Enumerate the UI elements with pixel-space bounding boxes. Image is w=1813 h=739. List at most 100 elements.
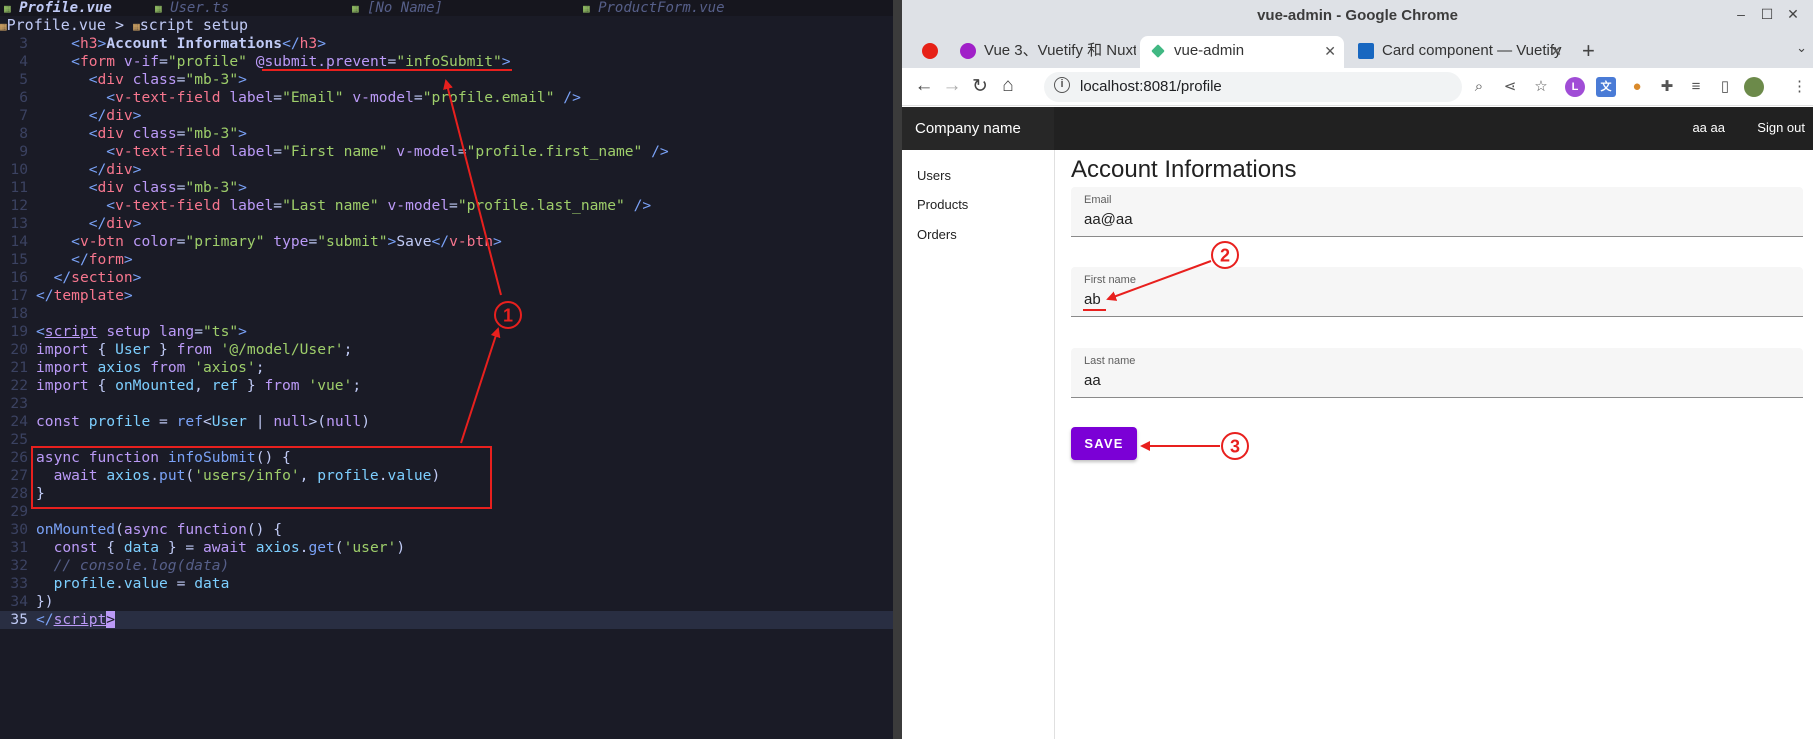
youtube-tab-icon[interactable]: [916, 36, 944, 68]
browser-tab-vue-admin[interactable]: vue-admin ✕: [1140, 36, 1344, 68]
editor-tab-productform[interactable]: ▦ ProductForm.vue: [583, 0, 725, 16]
field-value[interactable]: ab: [1084, 291, 1101, 308]
code-line: 27 await axios.put('users/info', profile…: [10, 467, 441, 484]
side-panel-icon[interactable]: ▯: [1715, 77, 1735, 97]
code-line: 23: [10, 395, 28, 412]
chrome-window: vue-admin - Google Chrome – ☐ ✕ Vue 3、Vu…: [902, 0, 1813, 739]
code-line: 18: [10, 305, 28, 322]
close-window-icon[interactable]: ✕: [1783, 6, 1803, 23]
editor-tab-profile[interactable]: ▦ Profile.vue: [4, 0, 112, 16]
code-line: 15 </form>: [10, 251, 133, 268]
sign-out-link[interactable]: Sign out: [1757, 120, 1805, 135]
editor-tab-label: User.ts: [170, 0, 230, 16]
page-title: Account Informations: [1071, 156, 1297, 183]
editor-winbar: ▦Profile.vue > ▦script setup: [0, 16, 893, 34]
nav-item-orders[interactable]: Orders: [917, 227, 957, 242]
cookie-extension-icon[interactable]: ●: [1627, 77, 1647, 97]
back-icon[interactable]: ←: [912, 75, 936, 97]
close-tab-icon[interactable]: ✕: [1324, 36, 1336, 66]
home-icon[interactable]: ⌂: [996, 75, 1020, 97]
site-favicon-icon: [960, 43, 976, 60]
code-line: 8 <div class="mb-3">: [19, 125, 247, 142]
field-label: First name: [1084, 274, 1136, 286]
vue-file-icon: ▦: [583, 2, 590, 15]
site-info-icon[interactable]: i: [1054, 77, 1070, 93]
last-name-field[interactable]: Last name aa: [1071, 348, 1803, 398]
code-line: 13 </div>: [10, 215, 142, 232]
tab-search-chevron-icon[interactable]: ⌄: [1796, 40, 1807, 56]
code-line: 11 <div class="mb-3">: [10, 179, 247, 196]
first-name-field[interactable]: First name ab: [1071, 267, 1803, 317]
profile-avatar-icon[interactable]: [1744, 77, 1764, 97]
code-line: 26 async function infoSubmit() {: [10, 449, 291, 466]
code-line: 25: [10, 431, 28, 448]
app-bar: Company name aa aa Sign out: [902, 107, 1813, 150]
code-line: 20 import { User } from '@/model/User';: [10, 341, 353, 358]
code-line-current: 35 </script>: [0, 611, 893, 629]
nav-item-users[interactable]: Users: [917, 168, 951, 183]
maximize-icon[interactable]: ☐: [1757, 6, 1777, 23]
close-tab-icon[interactable]: ✕: [1550, 36, 1562, 66]
code-line: 7 </div>: [19, 107, 142, 124]
tab-title: Vue 3、Vuetify 和 Nuxt.js: [984, 42, 1136, 59]
code-line: 22 import { onMounted, ref } from 'vue';: [10, 377, 362, 394]
email-field[interactable]: Email aa@aa: [1071, 187, 1803, 237]
editor-tab-label: Profile.vue: [19, 0, 112, 16]
editor-tab-noname[interactable]: ▦ [No Name]: [352, 0, 443, 16]
editor-tab-label: ProductForm.vue: [598, 0, 725, 16]
save-button[interactable]: SAVE: [1071, 427, 1137, 460]
field-label: Last name: [1084, 355, 1136, 367]
window-titlebar: vue-admin - Google Chrome – ☐ ✕: [902, 0, 1813, 32]
code-editor[interactable]: ▦ Profile.vue ▦ User.ts ▦ [No Name] ▦ Pr…: [0, 0, 893, 739]
ts-file-icon: ▦: [155, 2, 162, 15]
code-line: 9 <v-text-field label="First name" v-mod…: [19, 143, 669, 160]
file-icon: ▦: [352, 2, 359, 15]
winbar-symbol: script setup: [139, 16, 249, 34]
code-buffer[interactable]: 3 <h3>Account Informations</h3> 4 <form …: [0, 35, 893, 629]
code-line: 31 const { data } = await axios.get('use…: [10, 539, 406, 556]
reload-icon[interactable]: ↻: [968, 75, 992, 98]
code-line: 16 </section>: [10, 269, 142, 286]
side-nav: Users Products Orders: [902, 150, 1055, 739]
editor-tab-user[interactable]: ▦ User.ts: [155, 0, 229, 16]
winbar-separator: >: [115, 16, 125, 34]
browser-tab-vuetify-card[interactable]: Card component — Vuetify ✕: [1348, 36, 1570, 68]
company-name[interactable]: Company name: [902, 107, 1054, 150]
vue-favicon-icon: [1151, 44, 1165, 58]
translate-extension-icon[interactable]: 文: [1596, 77, 1616, 97]
editor-tab-label: [No Name]: [367, 0, 443, 16]
window-split-divider[interactable]: [893, 0, 902, 739]
forward-icon[interactable]: →: [940, 75, 964, 97]
web-page: Company name aa aa Sign out Users Produc…: [902, 107, 1813, 739]
address-bar[interactable]: i localhost:8081/profile: [1044, 72, 1462, 102]
code-line: 10 </div>: [10, 161, 142, 178]
winbar-file: Profile.vue: [6, 16, 106, 34]
field-value[interactable]: aa@aa: [1084, 211, 1133, 228]
share-icon[interactable]: ⋖: [1500, 77, 1520, 97]
browser-toolbar: ← → ↻ ⌂ i localhost:8081/profile ⌕ ⋖ ☆ L…: [902, 68, 1813, 106]
nav-item-products[interactable]: Products: [917, 197, 968, 212]
extension-icon[interactable]: L: [1565, 77, 1585, 97]
code-line: 3 <h3>Account Informations</h3>: [19, 35, 327, 52]
browser-tab-vue3[interactable]: Vue 3、Vuetify 和 Nuxt.js: [950, 36, 1136, 68]
field-label: Email: [1084, 194, 1112, 206]
extensions-puzzle-icon[interactable]: ✚: [1657, 77, 1677, 97]
new-tab-icon[interactable]: +: [1582, 38, 1595, 64]
code-line: 19 <script setup lang="ts">: [10, 323, 247, 340]
youtube-icon: [922, 43, 938, 60]
vue-file-icon: ▦: [0, 20, 7, 33]
chrome-menu-icon[interactable]: ⋮: [1792, 77, 1807, 97]
code-line: 30 onMounted(async function() {: [10, 521, 283, 538]
code-line: 17 </template>: [10, 287, 133, 304]
vuetify-favicon-icon: [1358, 43, 1374, 60]
code-line: 32 // console.log(data): [10, 557, 230, 574]
code-line: 4 <form v-if="profile" @submit.prevent="…: [19, 53, 511, 70]
field-value[interactable]: aa: [1084, 372, 1101, 389]
zoom-icon[interactable]: ⌕: [1469, 77, 1489, 97]
reading-list-icon[interactable]: ≡: [1686, 77, 1706, 97]
bookmark-star-icon[interactable]: ☆: [1531, 77, 1551, 97]
browser-tabstrip: Vue 3、Vuetify 和 Nuxt.js vue-admin ✕ Card…: [902, 32, 1813, 68]
url-text[interactable]: localhost:8081/profile: [1080, 78, 1222, 95]
minimize-icon[interactable]: –: [1731, 6, 1751, 22]
window-title: vue-admin - Google Chrome: [1257, 7, 1458, 24]
